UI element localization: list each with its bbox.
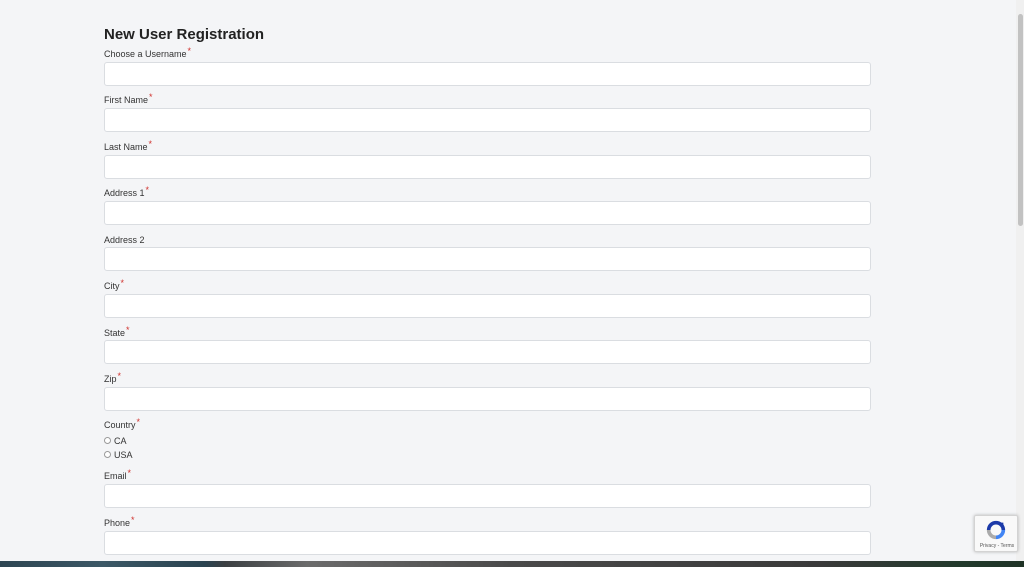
address2-input[interactable] bbox=[104, 247, 871, 271]
first-name-input[interactable] bbox=[104, 108, 871, 132]
state-label-text: State bbox=[104, 328, 126, 338]
required-marker: * bbox=[120, 278, 125, 288]
required-marker: * bbox=[126, 325, 130, 335]
email-label: Email* bbox=[104, 468, 132, 482]
address1-label-text: Address 1 bbox=[104, 188, 145, 198]
email-label-text: Email bbox=[104, 471, 127, 481]
username-label: Choose a Username* bbox=[104, 46, 192, 60]
radio-button-usa[interactable] bbox=[104, 451, 111, 458]
state-input[interactable] bbox=[104, 340, 871, 364]
zip-input[interactable] bbox=[104, 387, 871, 411]
city-label: City* bbox=[104, 278, 125, 292]
address2-label-text: Address 2 bbox=[104, 235, 145, 245]
country-option-ca-label: CA bbox=[114, 435, 127, 446]
username-input[interactable] bbox=[104, 62, 871, 86]
required-marker: * bbox=[148, 139, 153, 149]
recaptcha-icon bbox=[986, 520, 1006, 540]
city-input[interactable] bbox=[104, 294, 871, 318]
last-name-input[interactable] bbox=[104, 155, 871, 179]
country-label: Country* bbox=[104, 417, 141, 431]
registration-modal: New User Registration Choose a Username*… bbox=[0, 0, 1016, 561]
zip-label-text: Zip bbox=[104, 374, 117, 384]
country-option-usa[interactable]: USA bbox=[104, 449, 133, 460]
address2-label: Address 2 bbox=[104, 235, 145, 246]
first-name-label-text: First Name bbox=[104, 95, 149, 105]
address1-input[interactable] bbox=[104, 201, 871, 225]
required-marker: * bbox=[187, 46, 192, 56]
address1-label: Address 1* bbox=[104, 185, 150, 199]
required-marker: * bbox=[117, 371, 122, 381]
recaptcha-terms[interactable]: Privacy - Terms bbox=[975, 543, 1019, 549]
last-name-label: Last Name* bbox=[104, 139, 153, 153]
required-marker: * bbox=[145, 185, 150, 195]
required-marker: * bbox=[127, 468, 132, 478]
phone-label: Phone* bbox=[104, 515, 135, 529]
recaptcha-badge[interactable]: Privacy - Terms bbox=[974, 515, 1018, 552]
country-label-text: Country bbox=[104, 420, 136, 430]
required-marker: * bbox=[149, 92, 153, 102]
page-title: New User Registration bbox=[104, 26, 265, 43]
radio-button-ca[interactable] bbox=[104, 437, 111, 444]
vertical-scrollbar[interactable] bbox=[1016, 0, 1024, 561]
email-input[interactable] bbox=[104, 484, 871, 508]
username-label-text: Choose a Username bbox=[104, 49, 187, 59]
scrollbar-thumb[interactable] bbox=[1018, 14, 1023, 226]
phone-label-text: Phone bbox=[104, 518, 131, 528]
country-option-ca[interactable]: CA bbox=[104, 435, 127, 446]
required-marker: * bbox=[131, 515, 135, 525]
phone-input[interactable] bbox=[104, 531, 871, 555]
zip-label: Zip* bbox=[104, 371, 122, 385]
first-name-label: First Name* bbox=[104, 92, 153, 106]
state-label: State* bbox=[104, 325, 130, 339]
city-label-text: City bbox=[104, 281, 120, 291]
last-name-label-text: Last Name bbox=[104, 142, 148, 152]
country-option-usa-label: USA bbox=[114, 449, 133, 460]
required-marker: * bbox=[136, 417, 141, 427]
